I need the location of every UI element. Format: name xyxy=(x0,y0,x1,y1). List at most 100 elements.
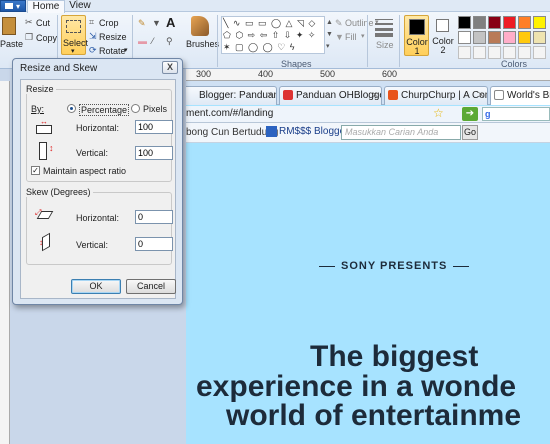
tab-label: ChurpChurp | A Com... xyxy=(401,90,487,101)
color2-button[interactable]: Color 2 xyxy=(432,15,454,56)
colors-group-label: Colors xyxy=(501,59,528,69)
shapes-scroll-icon[interactable]: ▲ ▼ ▾ xyxy=(326,17,333,53)
chevron-down-icon: ▾ xyxy=(124,47,128,54)
shapes-gallery[interactable]: ╲ ∿ ▭ ▭ ◯ △ ◹ ◇ ⬠ ⬡ ⇨ ⇦ ⇧ ⇩ ✦ ✧ ✶ ▢ ◯ ◯ ♡ … xyxy=(221,16,325,54)
bookmark-label: RM$$$ Blogger xyxy=(279,126,349,138)
color-swatch[interactable] xyxy=(488,16,501,29)
by-label: By: xyxy=(31,104,45,114)
churp-favicon-icon xyxy=(388,90,398,100)
crop-button[interactable]: Crop xyxy=(99,18,119,28)
select-label: Select xyxy=(63,38,89,48)
maintain-aspect-checkbox[interactable]: ✓ xyxy=(31,166,40,175)
bookmark-icon xyxy=(266,126,277,137)
maintain-aspect-label[interactable]: Maintain aspect ratio xyxy=(43,166,126,176)
google-icon: g xyxy=(485,109,491,119)
browser-tab[interactable]: Panduan OHBlogger B... × xyxy=(279,86,382,105)
resize-vertical-input[interactable] xyxy=(135,146,173,160)
color-swatch[interactable] xyxy=(473,16,486,29)
color-swatch[interactable] xyxy=(533,31,546,44)
paint-menu-button[interactable]: ▾ xyxy=(0,0,26,12)
page-favicon-icon xyxy=(494,90,504,100)
color-swatch[interactable] xyxy=(503,46,516,59)
color-swatch[interactable] xyxy=(458,16,471,29)
resize-icon: ⇲ xyxy=(89,31,97,41)
blogger-favicon-icon xyxy=(283,90,293,100)
bookmark-link[interactable]: bong Cun Bertudung xyxy=(186,127,278,138)
close-button[interactable]: X xyxy=(162,61,178,74)
color-swatch[interactable] xyxy=(533,16,546,29)
dialog-body: Resize By: Percentage Pixels ↔ Horizonta… xyxy=(20,79,176,299)
google-search-box[interactable]: g xyxy=(482,107,550,121)
brushes-button[interactable]: Brushes xyxy=(186,39,219,49)
tab-label: World's Bigge xyxy=(507,90,550,101)
percentage-label[interactable]: Percentage xyxy=(79,104,130,116)
tab-view[interactable]: View xyxy=(66,0,94,13)
vertical-ruler xyxy=(0,81,10,444)
vertical-resize-icon: ↕ xyxy=(37,140,55,162)
url-text: ment.com/#/landing xyxy=(186,108,274,119)
magnifier-icon[interactable]: ⚲ xyxy=(166,36,173,47)
browser-tab[interactable]: Blogger: Panduan OH... × xyxy=(186,86,277,105)
paste-button[interactable]: Paste xyxy=(0,39,23,49)
fill-button[interactable]: Fill xyxy=(345,32,357,42)
size-icon[interactable] xyxy=(375,17,393,37)
color-picker-icon[interactable]: ⁄ xyxy=(152,36,154,46)
paste-icon[interactable] xyxy=(2,17,16,35)
ok-button[interactable]: OK xyxy=(71,279,121,294)
color-swatch[interactable] xyxy=(488,46,501,59)
select-button[interactable]: Select ▾ xyxy=(61,15,89,55)
skew-vertical-input[interactable] xyxy=(135,237,173,251)
outline-button[interactable]: Outline xyxy=(345,18,374,28)
pixels-label[interactable]: Pixels xyxy=(143,104,167,114)
rotate-button[interactable]: Rotate xyxy=(99,46,126,56)
close-icon[interactable]: × xyxy=(267,87,273,104)
toolbar-search-input[interactable]: Masukkan Carian Anda xyxy=(341,125,461,140)
skew-horizontal-input[interactable] xyxy=(135,210,173,224)
color-swatch[interactable] xyxy=(488,31,501,44)
resize-horizontal-input[interactable] xyxy=(135,120,173,134)
color1-button[interactable]: Color 1 xyxy=(404,15,429,56)
ruler-tick: 400 xyxy=(258,69,274,79)
sony-presents-heading: SONY PRESENTS xyxy=(313,260,475,272)
skew-group-label: Skew (Degrees) xyxy=(26,187,93,197)
color-swatch[interactable] xyxy=(473,31,486,44)
color-swatch[interactable] xyxy=(503,31,516,44)
color-swatch[interactable] xyxy=(518,46,531,59)
resize-button[interactable]: Resize xyxy=(99,32,127,42)
cancel-button[interactable]: Cancel xyxy=(126,279,176,294)
ribbon-tab-bar: ▾ Home View xyxy=(0,0,550,13)
color-swatch[interactable] xyxy=(503,16,516,29)
browser-tab-bar: Blogger: Panduan OH... × Panduan OHBlogg… xyxy=(186,81,550,105)
browser-tab[interactable]: ChurpChurp | A Com... × xyxy=(384,86,488,105)
eraser-icon[interactable]: ▬ xyxy=(138,36,147,46)
cut-button[interactable]: Cut xyxy=(36,18,50,28)
pencil-icon[interactable]: ✎ xyxy=(138,18,146,29)
fill-bucket-icon[interactable]: ▼ xyxy=(152,18,161,28)
color-swatch[interactable] xyxy=(458,31,471,44)
go-arrow-icon[interactable]: ➔ xyxy=(462,107,478,121)
tab-home[interactable]: Home xyxy=(27,0,65,13)
bookmark-star-icon[interactable]: ☆ xyxy=(433,106,444,120)
address-bar[interactable]: ment.com/#/landing ☆ ➔ g xyxy=(186,106,550,123)
color-swatch[interactable] xyxy=(518,31,531,44)
canvas-image-browser[interactable]: Blogger: Panduan OH... × Panduan OHBlogg… xyxy=(186,81,550,444)
color2-label: Color 2 xyxy=(432,36,454,55)
color-swatch[interactable] xyxy=(518,16,531,29)
toolbar-search-go-button[interactable]: Go xyxy=(462,125,478,140)
brushes-icon[interactable] xyxy=(191,16,209,36)
menu-icon xyxy=(5,3,13,9)
close-icon[interactable]: × xyxy=(372,87,378,104)
pixels-radio[interactable] xyxy=(131,104,140,113)
color-swatch[interactable] xyxy=(473,46,486,59)
color-swatch[interactable] xyxy=(458,46,471,59)
ruler-tick: 300 xyxy=(196,69,212,79)
resize-horizontal-label: Horizontal: xyxy=(76,123,120,133)
text-tool-icon[interactable]: A xyxy=(166,15,175,30)
color-swatch[interactable] xyxy=(533,46,546,59)
browser-tab-active[interactable]: World's Bigge xyxy=(490,86,550,105)
size-button[interactable]: Size xyxy=(376,40,394,50)
skew-vertical-label: Vertical: xyxy=(76,240,109,250)
percentage-radio[interactable] xyxy=(67,104,76,113)
copy-button[interactable]: Copy xyxy=(36,33,57,43)
close-icon[interactable]: × xyxy=(478,87,484,104)
